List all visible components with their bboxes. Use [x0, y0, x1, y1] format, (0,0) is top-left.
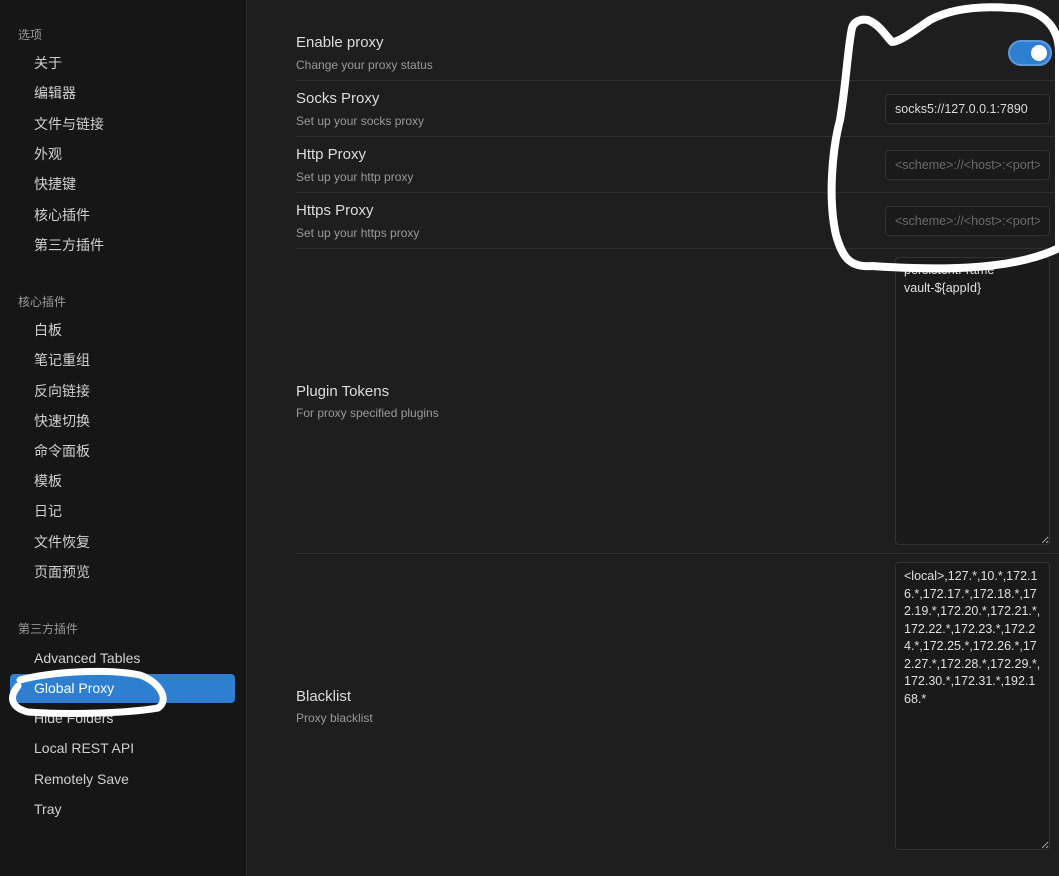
- setting-enable-proxy: Enable proxy Change your proxy status: [296, 24, 1059, 81]
- sidebar-item-file-recovery[interactable]: 文件恢复: [10, 528, 235, 557]
- settings-sidebar: 选项 关于 编辑器 文件与链接 外观 快捷键 核心插件 第三方插件 核心插件 白…: [0, 0, 247, 876]
- section-title-community-plugins: 第三方插件: [18, 622, 79, 636]
- sidebar-item-about[interactable]: 关于: [10, 49, 235, 78]
- sidebar-item-backlinks[interactable]: 反向链接: [10, 377, 235, 406]
- sidebar-item-note-composer[interactable]: 笔记重组: [10, 346, 235, 375]
- sidebar-item-files-links[interactable]: 文件与链接: [10, 110, 235, 139]
- blacklist-textarea[interactable]: <local>,127.*,10.*,172.16.*,172.17.*,172…: [895, 562, 1050, 850]
- section-title-options: 选项: [18, 28, 43, 42]
- sidebar-item-community-plugins[interactable]: 第三方插件: [10, 231, 235, 260]
- setting-name: Plugin Tokens: [296, 383, 390, 400]
- sidebar-item-appearance[interactable]: 外观: [10, 140, 235, 169]
- sidebar-item-core-plugins[interactable]: 核心插件: [10, 201, 235, 230]
- setting-name: Blacklist: [296, 688, 352, 705]
- setting-name: Https Proxy: [296, 202, 374, 219]
- sidebar-item-remotely-save[interactable]: Remotely Save: [10, 765, 235, 794]
- toggle-knob: [1031, 45, 1047, 61]
- section-title-core-plugins: 核心插件: [18, 295, 67, 309]
- setting-name: Socks Proxy: [296, 90, 380, 107]
- socks-proxy-input[interactable]: [885, 94, 1050, 124]
- setting-description: Proxy blacklist: [296, 711, 373, 725]
- sidebar-item-editor[interactable]: 编辑器: [10, 79, 235, 108]
- sidebar-item-canvas[interactable]: 白板: [10, 316, 235, 345]
- sidebar-item-hide-folders[interactable]: Hide Folders: [10, 704, 235, 733]
- setting-description: Change your proxy status: [296, 58, 433, 72]
- setting-description: Set up your socks proxy: [296, 114, 425, 128]
- sidebar-item-tray[interactable]: Tray: [10, 795, 235, 824]
- sidebar-item-templates[interactable]: 模板: [10, 467, 235, 496]
- sidebar-item-command-palette[interactable]: 命令面板: [10, 437, 235, 466]
- plugin-tokens-textarea[interactable]: persistentFrame vault-${appId}: [895, 257, 1050, 545]
- sidebar-item-global-proxy[interactable]: Global Proxy: [10, 674, 235, 703]
- setting-description: For proxy specified plugins: [296, 406, 439, 420]
- sidebar-item-page-preview[interactable]: 页面预览: [10, 558, 235, 587]
- settings-content: Enable proxy Change your proxy status So…: [248, 0, 1059, 876]
- setting-description: Set up your https proxy: [296, 226, 420, 240]
- setting-name: Http Proxy: [296, 146, 367, 163]
- enable-proxy-toggle[interactable]: [1008, 40, 1052, 66]
- sidebar-item-local-rest-api[interactable]: Local REST API: [10, 734, 235, 763]
- sidebar-item-hotkeys[interactable]: 快捷键: [10, 170, 235, 199]
- sidebar-item-advanced-tables[interactable]: Advanced Tables: [10, 644, 235, 673]
- sidebar-item-quick-switcher[interactable]: 快速切换: [10, 407, 235, 436]
- https-proxy-input[interactable]: [885, 206, 1050, 236]
- sidebar-item-daily-notes[interactable]: 日记: [10, 497, 235, 526]
- setting-name: Enable proxy: [296, 34, 384, 51]
- http-proxy-input[interactable]: [885, 150, 1050, 180]
- setting-description: Set up your http proxy: [296, 170, 414, 184]
